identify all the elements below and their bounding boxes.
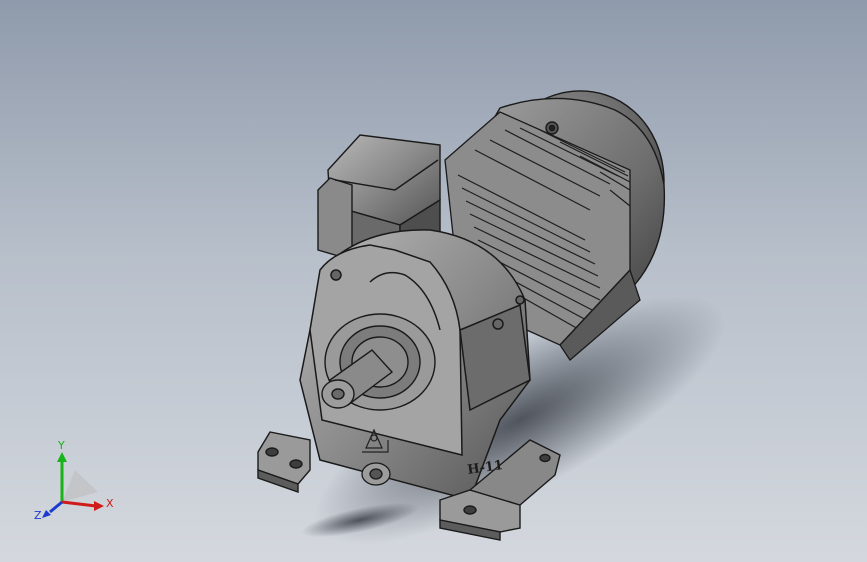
triad-plane	[62, 470, 98, 502]
triad-x-arrow	[94, 501, 104, 511]
triad-y-label: Y	[58, 439, 65, 452]
triad-z-axis	[49, 500, 63, 514]
graphics-viewport[interactable]: H-11 Y X Z	[0, 0, 867, 562]
drain-plug[interactable]	[361, 462, 391, 486]
triad-x-label: X	[106, 497, 114, 510]
triad-x-axis	[61, 500, 97, 508]
mounting-foot-left[interactable]	[257, 431, 311, 493]
coordinate-triad[interactable]: Y X Z	[30, 440, 120, 530]
triad-y-arrow	[57, 452, 67, 462]
gear-motor-model[interactable]: H-11	[0, 0, 867, 562]
triad-z-label: Z	[34, 509, 42, 522]
